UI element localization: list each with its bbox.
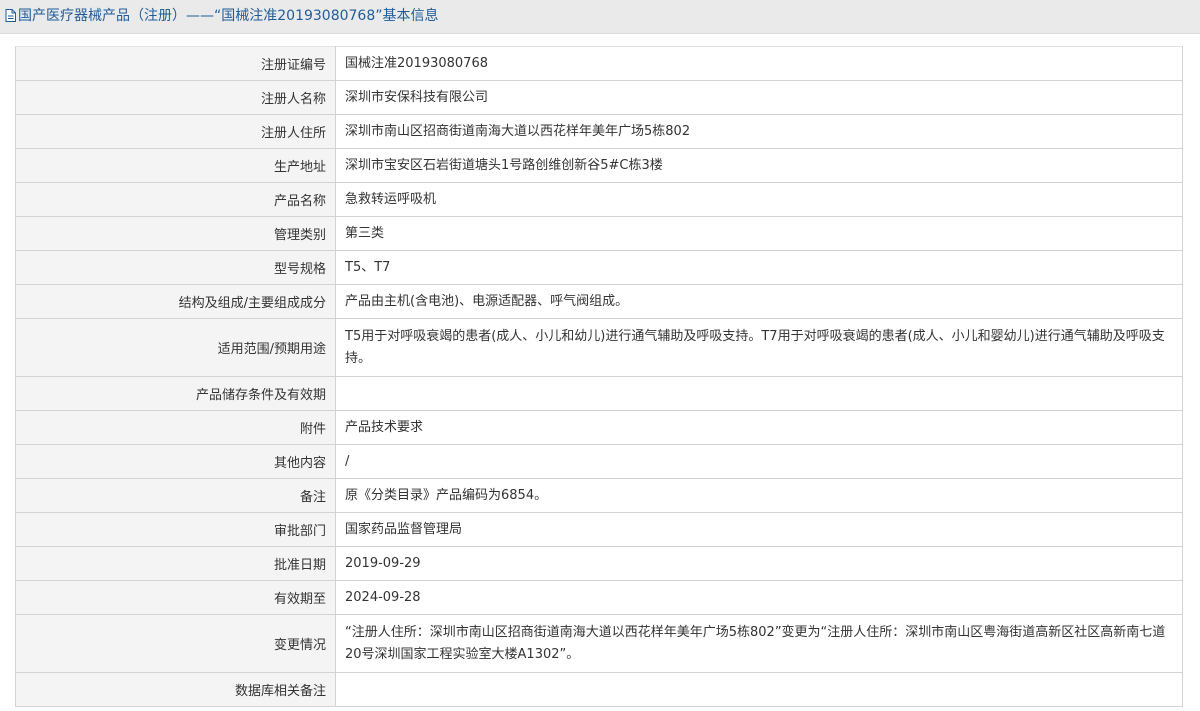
field-label: 管理类别: [15, 216, 336, 251]
field-label: 数据库相关备注: [15, 672, 336, 707]
field-label: 注册证编号: [15, 46, 336, 81]
field-value: T5用于对呼吸衰竭的患者(成人、小儿和幼儿)进行通气辅助及呼吸支持。T7用于对呼…: [335, 318, 1183, 377]
field-value: [335, 376, 1183, 411]
field-value: [335, 672, 1183, 707]
table-row: 有效期至 2024-09-28: [15, 580, 1183, 615]
field-label: 变更情况: [15, 614, 336, 673]
table-row: 审批部门 国家药品监督管理局: [15, 512, 1183, 547]
table-row: 变更情况 “注册人住所：深圳市南山区招商街道南海大道以西花样年美年广场5栋802…: [15, 614, 1183, 673]
field-label: 适用范围/预期用途: [15, 318, 336, 377]
main-content: 注册证编号 国械注准20193080768 注册人名称 深圳市安保科技有限公司 …: [0, 34, 1200, 711]
field-value: 产品由主机(含电池)、电源适配器、呼气阀组成。: [335, 284, 1183, 319]
table-row: 其他内容 /: [15, 444, 1183, 479]
field-label: 批准日期: [15, 546, 336, 581]
field-value: 产品技术要求: [335, 410, 1183, 445]
field-label: 有效期至: [15, 580, 336, 615]
field-value: /: [335, 444, 1183, 479]
field-value: 国家药品监督管理局: [335, 512, 1183, 547]
table-row: 注册人住所 深圳市南山区招商街道南海大道以西花样年美年广场5栋802: [15, 114, 1183, 149]
field-value: “注册人住所：深圳市南山区招商街道南海大道以西花样年美年广场5栋802”变更为“…: [335, 614, 1183, 673]
field-label: 附件: [15, 410, 336, 445]
table-row: 管理类别 第三类: [15, 216, 1183, 251]
table-row: 附件 产品技术要求: [15, 410, 1183, 445]
field-label: 结构及组成/主要组成成分: [15, 284, 336, 319]
field-value: 2024-09-28: [335, 580, 1183, 615]
field-value: 2019-09-29: [335, 546, 1183, 581]
table-row: 产品储存条件及有效期: [15, 376, 1183, 411]
table-row: 批准日期 2019-09-29: [15, 546, 1183, 581]
field-label: 注册人名称: [15, 80, 336, 115]
table-row: 适用范围/预期用途 T5用于对呼吸衰竭的患者(成人、小儿和幼儿)进行通气辅助及呼…: [15, 318, 1183, 377]
field-value: 第三类: [335, 216, 1183, 251]
table-row: 注册证编号 国械注准20193080768: [15, 46, 1183, 81]
table-row: 数据库相关备注: [15, 672, 1183, 707]
field-label: 型号规格: [15, 250, 336, 285]
field-value: T5、T7: [335, 250, 1183, 285]
field-value: 急救转运呼吸机: [335, 182, 1183, 217]
field-label: 备注: [15, 478, 336, 513]
field-label: 其他内容: [15, 444, 336, 479]
field-label: 产品名称: [15, 182, 336, 217]
field-value: 原《分类目录》产品编码为6854。: [335, 478, 1183, 513]
table-row: 备注 原《分类目录》产品编码为6854。: [15, 478, 1183, 513]
table-row: 型号规格 T5、T7: [15, 250, 1183, 285]
document-icon: [5, 9, 16, 22]
field-label: 注册人住所: [15, 114, 336, 149]
table-row: 结构及组成/主要组成成分 产品由主机(含电池)、电源适配器、呼气阀组成。: [15, 284, 1183, 319]
page-header: 国产医疗器械产品（注册）——“国械注准20193080768”基本信息: [0, 0, 1200, 34]
field-label: 审批部门: [15, 512, 336, 547]
table-row: 产品名称 急救转运呼吸机: [15, 182, 1183, 217]
field-label: 生产地址: [15, 148, 336, 183]
page-title: 国产医疗器械产品（注册）——“国械注准20193080768”基本信息: [18, 8, 439, 24]
table-row: 注册人名称 深圳市安保科技有限公司: [15, 80, 1183, 115]
field-label: 产品储存条件及有效期: [15, 376, 336, 411]
registration-info-table: 注册证编号 国械注准20193080768 注册人名称 深圳市安保科技有限公司 …: [15, 46, 1183, 707]
field-value: 国械注准20193080768: [335, 46, 1183, 81]
table-row: 生产地址 深圳市宝安区石岩街道塘头1号路创维创新谷5#C栋3楼: [15, 148, 1183, 183]
field-value: 深圳市南山区招商街道南海大道以西花样年美年广场5栋802: [335, 114, 1183, 149]
field-value: 深圳市安保科技有限公司: [335, 80, 1183, 115]
field-value: 深圳市宝安区石岩街道塘头1号路创维创新谷5#C栋3楼: [335, 148, 1183, 183]
